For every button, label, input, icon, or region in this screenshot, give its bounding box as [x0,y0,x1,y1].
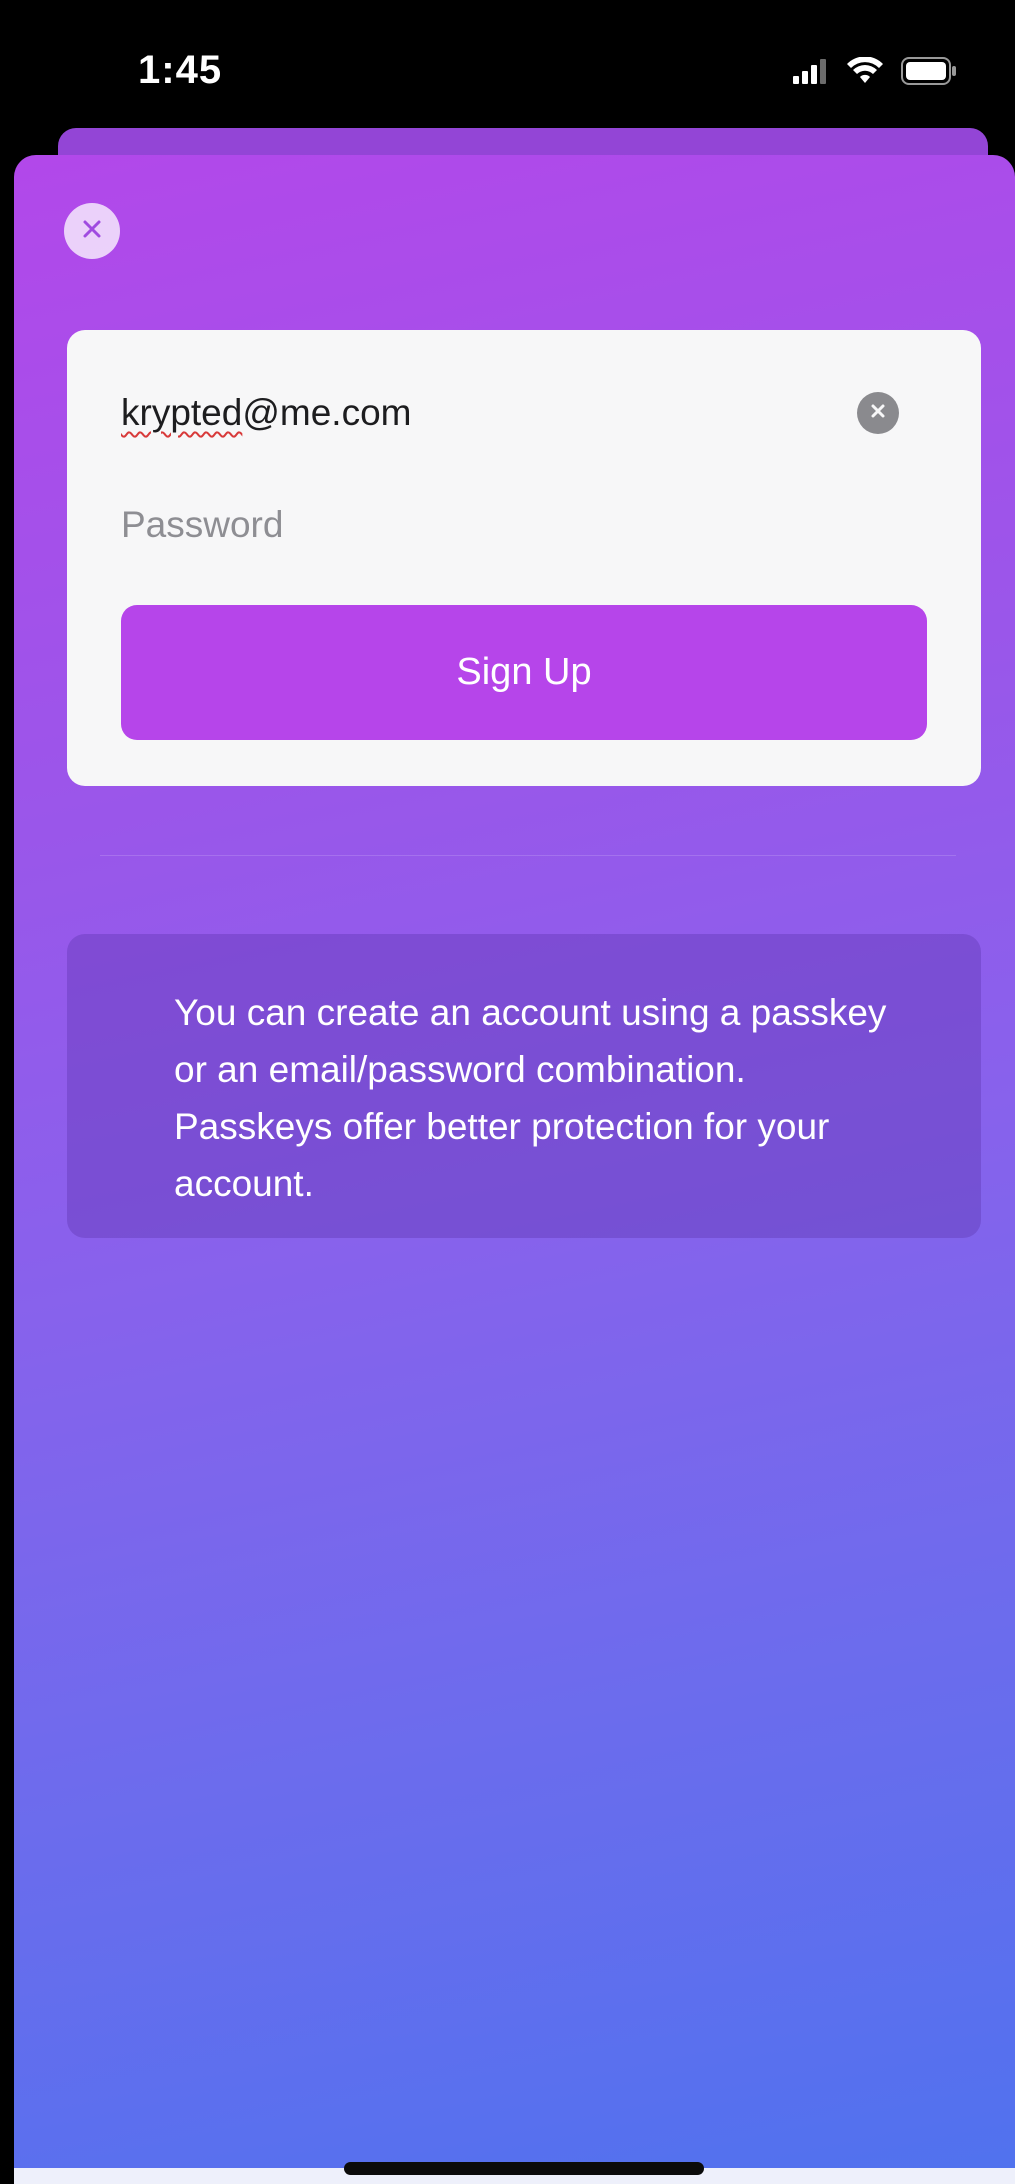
divider [100,855,956,856]
signup-sheet: krypted@me.com Sign Up You can create an… [14,155,1015,2184]
cellular-signal-icon [793,58,829,89]
close-button[interactable] [64,203,120,259]
battery-icon [901,56,957,90]
info-text: You can create an account using a passke… [174,992,887,1204]
email-field[interactable]: krypted@me.com [121,392,411,434]
wifi-icon [847,55,883,90]
password-field[interactable] [121,500,921,550]
info-box: You can create an account using a passke… [67,934,981,1238]
status-time: 1:45 [138,48,223,92]
close-icon [81,218,103,245]
login-form-card: krypted@me.com Sign Up [67,330,981,786]
sign-up-button[interactable]: Sign Up [121,605,927,740]
clear-email-button[interactable] [857,392,899,434]
app-screen: 1:45 krypted@me.com Sign Up You can crea… [0,0,1015,2184]
home-indicator[interactable] [344,2162,704,2175]
email-domain-text: @me.com [242,392,412,433]
clear-icon [869,402,887,425]
email-username-text: krypted [121,392,243,433]
status-icons [793,55,957,90]
status-bar: 1:45 [0,0,1015,130]
